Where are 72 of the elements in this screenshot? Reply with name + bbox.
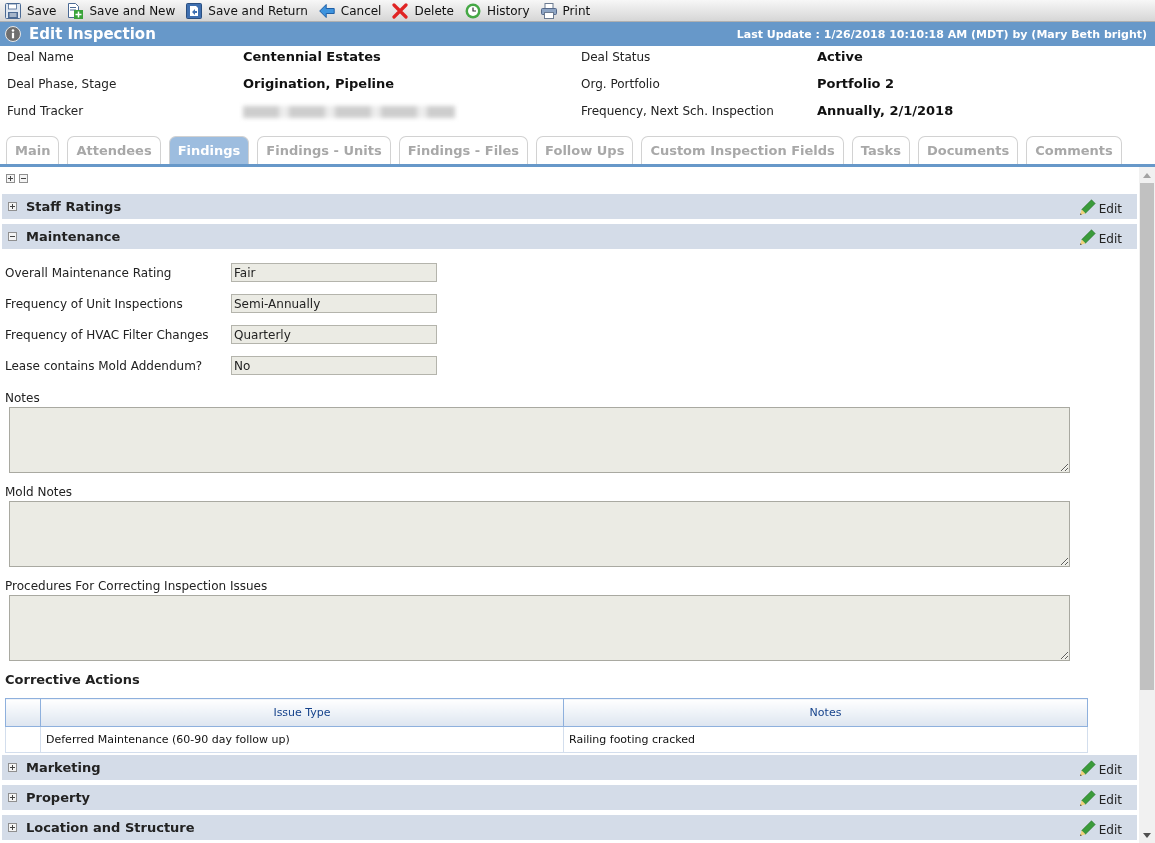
section-title: Maintenance [26, 229, 121, 244]
field-label: Notes [5, 391, 40, 405]
field-label: Overall Maintenance Rating [5, 265, 172, 280]
info-value: Annually, 2/1/2018 [817, 103, 954, 119]
plus-icon[interactable] [8, 763, 17, 772]
info-value: Centennial Estates [243, 49, 381, 65]
x-icon [392, 2, 409, 19]
field-label: Frequency of HVAC Filter Changes [5, 327, 209, 342]
section-title: Property [26, 790, 91, 805]
info-value: Portfolio 2 [817, 76, 895, 92]
toolbar-button[interactable]: Print [539, 0, 592, 21]
info-icon [5, 26, 21, 42]
last-update-text: Last Update : 1/26/2018 10:10:18 AM (MDT) by (Mary Beth bright) [736, 27, 1147, 41]
info-label: Org. Portfolio [581, 76, 660, 92]
section-header[interactable]: Property Edit [2, 785, 1137, 810]
page-title: Edit Inspection [29, 25, 156, 43]
edit-button[interactable]: Edit [1078, 790, 1122, 807]
minus-icon[interactable] [19, 174, 28, 183]
toolbar-button[interactable]: Delete [391, 0, 455, 21]
input-field[interactable]: Semi-Annually [231, 294, 437, 313]
document-plus-icon [67, 2, 84, 19]
edit-button[interactable]: Edit [1078, 229, 1122, 246]
input-field[interactable]: Fair [231, 263, 437, 282]
info-label: Deal Status [581, 49, 651, 65]
plus-icon[interactable] [8, 202, 17, 211]
pencil-icon [1078, 199, 1096, 216]
plus-icon[interactable] [8, 793, 17, 802]
input-field[interactable]: No [231, 356, 437, 375]
section-title: Location and Structure [26, 820, 195, 835]
field-label: Mold Notes [5, 485, 73, 499]
field-label: Lease contains Mold Addendum? [5, 358, 203, 373]
info-label: Frequency, Next Sch. Inspection [581, 103, 774, 119]
column-header: Notes [563, 698, 1088, 727]
field-label: Frequency of Unit Inspections [5, 296, 183, 311]
toolbar-button[interactable]: History [463, 0, 531, 21]
toolbar-button[interactable]: Cancel [317, 0, 383, 21]
scrollbar-thumb[interactable] [1140, 183, 1154, 690]
minus-icon[interactable] [8, 232, 17, 241]
info-label: Deal Phase, Stage [7, 76, 117, 92]
table-cell: Railing footing cracked [563, 726, 1088, 753]
input-field[interactable]: Quarterly [231, 325, 437, 344]
pencil-icon [1078, 820, 1096, 837]
toolbar-button[interactable]: Save and Return [185, 0, 309, 21]
section-title: Staff Ratings [26, 199, 122, 214]
section-title: Marketing [26, 760, 101, 775]
edit-button[interactable]: Edit [1078, 199, 1122, 216]
section-header[interactable]: Location and Structure Edit [2, 815, 1137, 840]
edit-button[interactable]: Edit [1078, 820, 1122, 837]
scroll-down-icon[interactable] [1143, 832, 1151, 838]
info-label: Fund Tracker [7, 103, 84, 119]
toolbar-button[interactable]: Save [4, 0, 58, 21]
field-label: Procedures For Correcting Inspection Issues [5, 579, 268, 593]
table-title: Corrective Actions [5, 673, 140, 687]
info-label: Deal Name [7, 49, 74, 65]
plus-icon[interactable] [6, 174, 15, 183]
plus-icon[interactable] [8, 823, 17, 832]
pencil-icon [1078, 229, 1096, 246]
left-arrow-icon [318, 2, 335, 19]
info-value: Active [817, 49, 863, 65]
table-cell: Deferred Maintenance (60-90 day follow up) [40, 726, 564, 753]
section-header[interactable]: Maintenance Edit [2, 224, 1137, 249]
column-header: Issue Type [40, 698, 564, 727]
section-header[interactable]: Staff Ratings Edit [2, 194, 1137, 219]
section-header[interactable]: Marketing Edit [2, 755, 1137, 780]
printer-icon [540, 2, 557, 19]
clock-icon [464, 2, 481, 19]
edit-button[interactable]: Edit [1078, 760, 1122, 777]
scrollbar-track[interactable] [1139, 167, 1155, 843]
info-value: Origination, Pipeline [243, 76, 395, 92]
toolbar-button[interactable]: Save and New [66, 0, 177, 21]
pencil-icon [1078, 790, 1096, 807]
pencil-icon [1078, 760, 1096, 777]
